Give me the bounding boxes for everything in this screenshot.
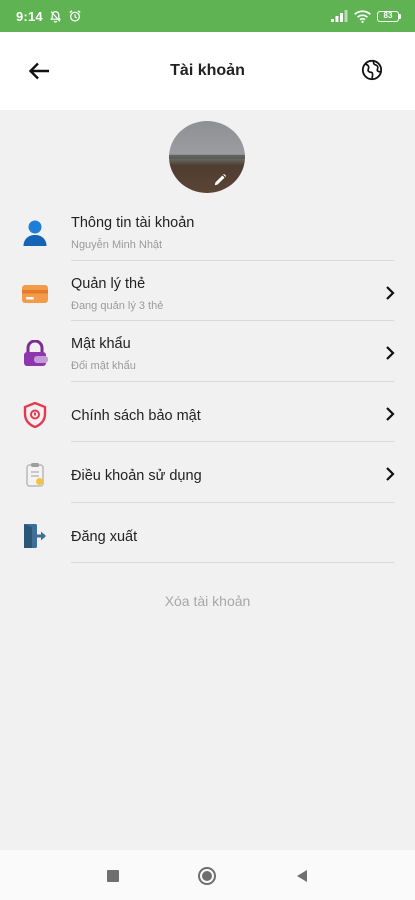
menu-item-title: Đăng xuất [71, 528, 138, 545]
menu-item-terms-of-use[interactable]: Điều khoản sử dụng [0, 442, 415, 503]
logout-icon [20, 521, 50, 551]
lock-icon [20, 339, 50, 369]
circle-icon [198, 867, 216, 885]
user-icon [20, 218, 50, 248]
triangle-back-icon [297, 870, 307, 882]
menu-item-subtitle: Đang quản lý 3 thẻ [71, 299, 164, 312]
app-header: Tài khoản [0, 32, 415, 110]
delete-account-link[interactable]: Xóa tài khoản [0, 593, 415, 609]
bell-off-icon [49, 10, 61, 23]
nav-back-button[interactable] [292, 866, 312, 886]
account-menu: Thông tin tài khoản Nguyễn Minh Nhật Quả… [0, 200, 415, 563]
menu-item-title: Mật khẩu [71, 336, 131, 352]
battery-indicator: 83 [377, 10, 401, 22]
page-title: Tài khoản [170, 62, 245, 79]
chevron-right-icon [386, 467, 395, 481]
arrow-left-icon [28, 62, 49, 80]
avatar-image [169, 121, 245, 193]
menu-item-account-info[interactable]: Thông tin tài khoản Nguyễn Minh Nhật [0, 200, 415, 261]
status-bar: 9:14 83 [0, 0, 415, 32]
system-nav-bar [0, 850, 415, 900]
home-button[interactable] [197, 866, 217, 886]
menu-item-subtitle: Nguyễn Minh Nhật [71, 239, 163, 251]
square-icon [107, 870, 119, 882]
card-icon [20, 279, 50, 309]
menu-item-card-management[interactable]: Quản lý thẻ Đang quản lý 3 thẻ [0, 261, 415, 321]
globe-icon [361, 59, 383, 81]
language-button[interactable] [361, 59, 385, 83]
alarm-icon [69, 10, 81, 22]
document-icon [20, 460, 50, 490]
wifi-icon [354, 9, 371, 23]
profile-avatar[interactable] [169, 121, 247, 193]
back-button[interactable] [26, 58, 52, 84]
menu-item-title: Điều khoản sử dụng [71, 468, 202, 484]
menu-item-title: Quản lý thẻ [71, 275, 146, 292]
signal-icon [331, 10, 348, 22]
menu-item-password[interactable]: Mật khẩu Đổi mật khẩu [0, 321, 415, 382]
menu-item-title: Thông tin tài khoản [71, 215, 195, 231]
menu-item-privacy-policy[interactable]: Chính sách bảo mật [0, 382, 415, 442]
status-time: 9:14 [16, 8, 43, 24]
recent-apps-button[interactable] [103, 866, 123, 886]
menu-item-subtitle: Đổi mật khẩu [71, 360, 136, 372]
menu-item-logout[interactable]: Đăng xuất [0, 503, 415, 563]
menu-item-title: Chính sách bảo mật [71, 407, 201, 424]
chevron-right-icon [386, 406, 395, 421]
chevron-right-icon [386, 346, 395, 360]
battery-level: 83 [377, 10, 399, 22]
pencil-icon[interactable] [213, 173, 227, 187]
shield-icon [20, 400, 50, 430]
divider [71, 562, 394, 563]
chevron-right-icon [386, 285, 395, 300]
